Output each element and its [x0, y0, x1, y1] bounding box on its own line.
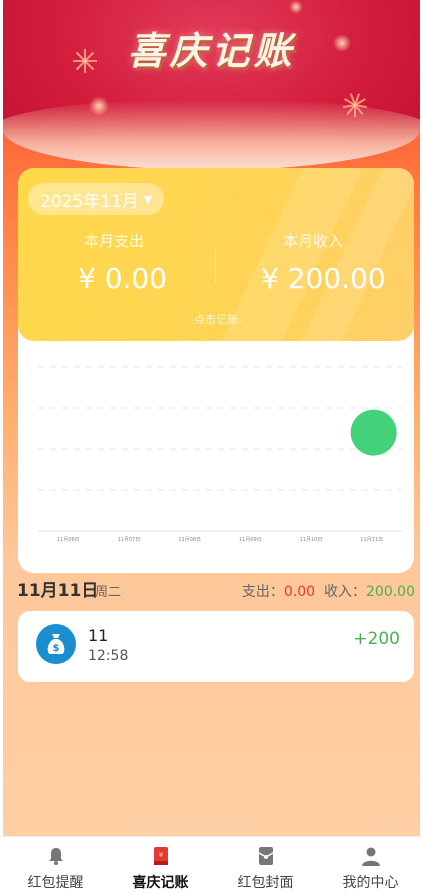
entry-amount: +200: [353, 629, 400, 649]
day-weekday: 周二: [95, 585, 122, 600]
chart-tick-label: 11月11日: [360, 537, 383, 543]
chart-tick-label: 11月07日: [118, 537, 141, 543]
stat-divider: [215, 250, 216, 284]
day-income-value: 200.00: [366, 584, 415, 600]
tab-red-packet-cover[interactable]: 红包封面: [213, 837, 318, 894]
entry-title: 11: [88, 626, 109, 645]
caret-down-icon: ▼: [143, 192, 153, 206]
entry-time: 12:58: [88, 648, 129, 664]
page-title: 喜庆记账: [127, 29, 296, 73]
chart-tick-label: 11月06日: [57, 537, 80, 543]
month-selector[interactable]: 2025年11月 ▼: [28, 183, 165, 215]
day-totals: 支出：0.00 收入：200.00: [242, 581, 415, 601]
tab-festive-ledger[interactable]: ¥ 喜庆记账: [108, 837, 213, 894]
day-date: 11月11日: [17, 581, 99, 601]
tab-label: 喜庆记账: [132, 875, 189, 891]
expense-label: 本月支出: [84, 232, 145, 250]
svg-text:$: $: [53, 643, 60, 654]
red-envelope-icon: [258, 847, 273, 865]
tab-label: 红包提醒: [27, 875, 84, 891]
chart-point[interactable]: [350, 409, 397, 456]
income-label: 本月收入: [283, 232, 344, 250]
page-background: 喜庆记账 2025年11月 ▼ 本月支出 ¥ 0.00 本月收入 ¥ 200.0…: [3, 0, 420, 836]
monthly-summary: 2025年11月 ▼ 本月支出 ¥ 0.00 本月收入 ¥ 200.00 -点击…: [18, 168, 414, 341]
chart-tick-label: 11月10日: [300, 537, 323, 543]
header-banner: 喜庆记账: [3, 0, 420, 170]
chart-tick-label: 11月08日: [178, 537, 201, 543]
chart-tick-label: 11月09日: [239, 537, 262, 543]
tab-my-center[interactable]: 我的中心: [318, 837, 423, 894]
day-expense-label: 支出：: [241, 584, 284, 600]
day-expense-value: 0.00: [283, 584, 316, 600]
list-item[interactable]: $ 11 12:58 +200: [18, 611, 414, 682]
tab-red-packet-reminder[interactable]: 红包提醒: [3, 837, 108, 894]
bottom-tab-bar: 红包提醒 ¥ 喜庆记账 红包封面 我的中心: [0, 836, 423, 894]
day-header: 11月11日 周二 支出：0.00 收入：200.00: [17, 576, 415, 602]
bell-icon: [48, 848, 63, 865]
summary-card: 2025年11月 ▼ 本月支出 ¥ 0.00 本月收入 ¥ 200.00 -点击…: [18, 168, 414, 573]
svg-text:¥: ¥: [158, 851, 163, 859]
ledger-icon: ¥: [153, 847, 168, 865]
money-bag-icon: $: [36, 624, 76, 664]
day-income-label: 收入：: [324, 584, 366, 600]
daily-chart: 11月06日 11月07日 11月08日 11月09日 11月10日 11月11日: [38, 366, 402, 543]
firework-decoration: [343, 93, 367, 117]
sparkle-decoration: [289, 0, 303, 14]
tab-label: 红包封面: [237, 875, 294, 891]
sparkle-decoration: [89, 96, 109, 116]
expense-value: ¥ 0.00: [78, 262, 168, 295]
add-record-link[interactable]: -点击记账-: [18, 311, 414, 327]
user-icon: [361, 847, 380, 866]
income-value: ¥ 200.00: [261, 262, 386, 295]
month-selector-label: 2025年11月: [40, 191, 139, 212]
tab-label: 我的中心: [342, 875, 399, 891]
